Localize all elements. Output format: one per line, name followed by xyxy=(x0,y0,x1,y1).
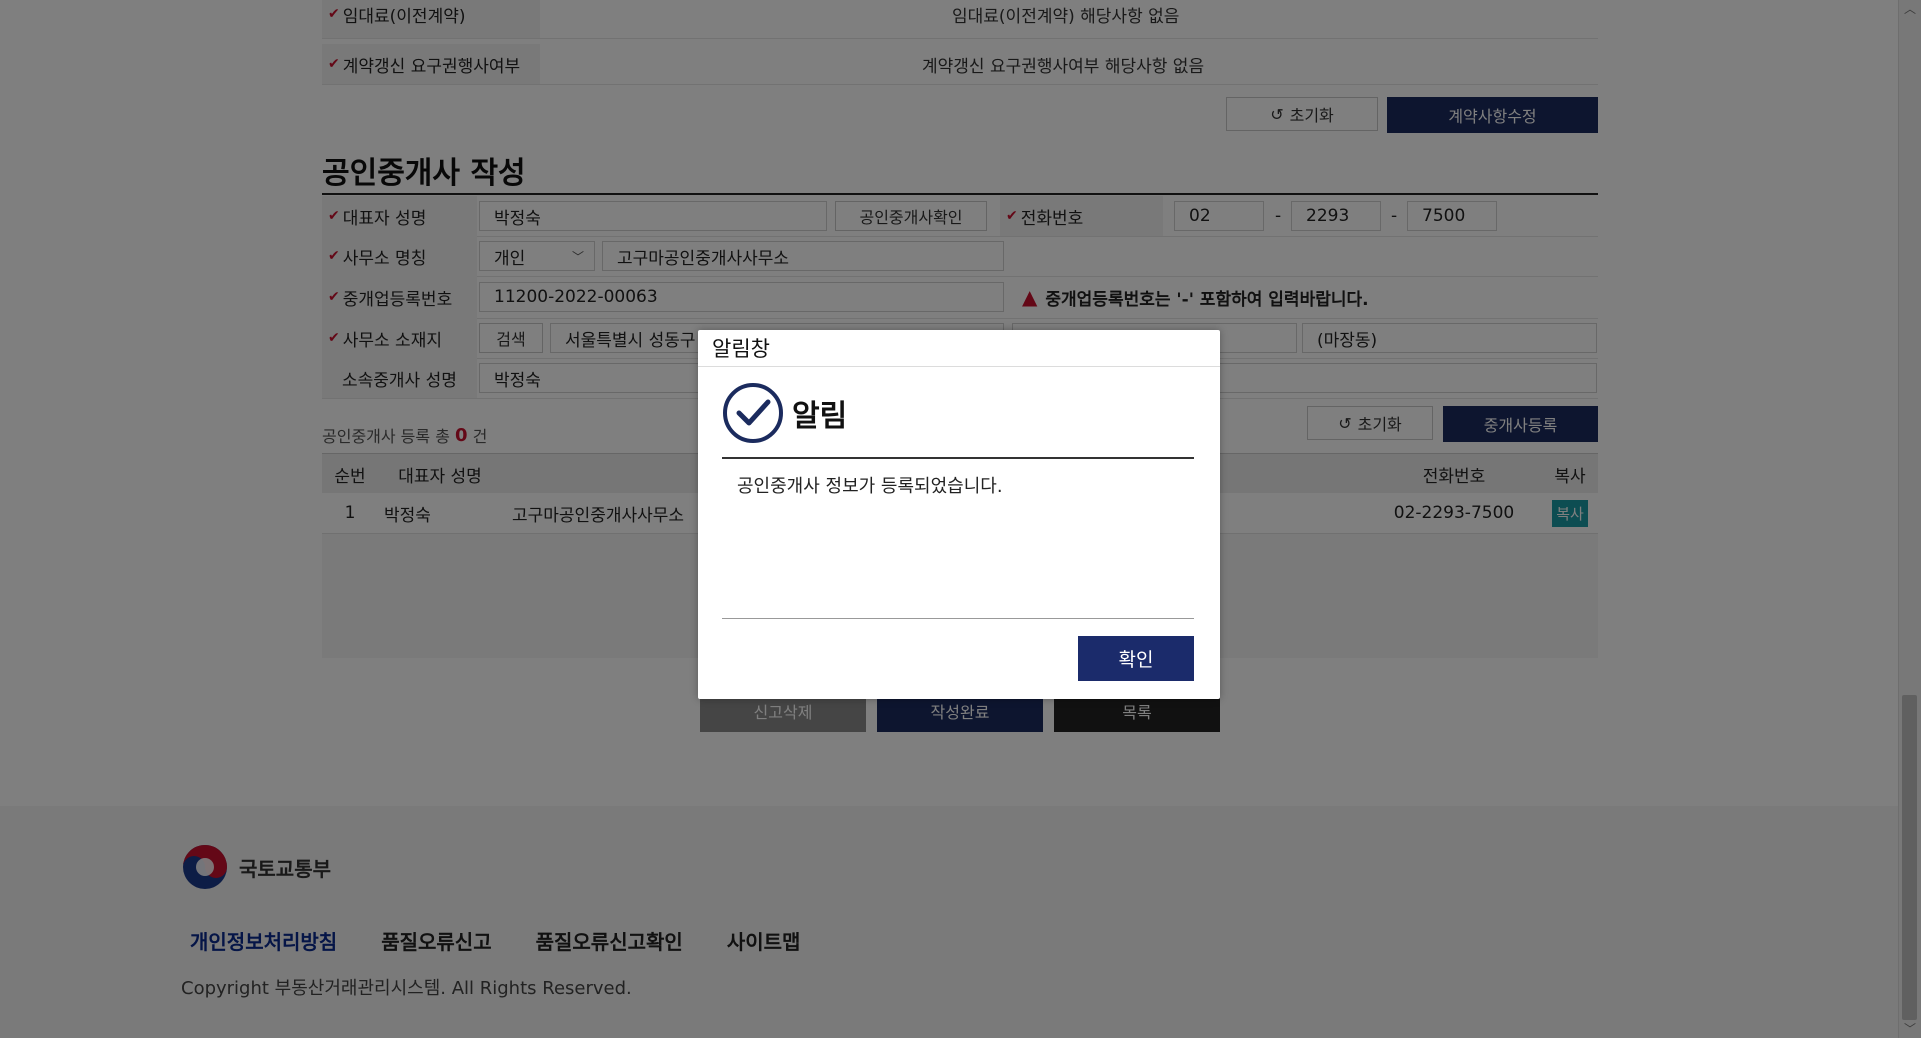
divider xyxy=(698,366,1220,367)
divider xyxy=(722,618,1194,619)
alert-dialog: 알림창 알림 공인중개사 정보가 등록되었습니다. 확인 xyxy=(698,330,1220,699)
dialog-heading: 알림 xyxy=(722,382,847,444)
dialog-message: 공인중개사 정보가 등록되었습니다. xyxy=(737,476,1003,497)
divider xyxy=(722,457,1194,459)
check-circle-icon xyxy=(723,383,783,443)
ok-button[interactable]: 확인 xyxy=(1078,636,1194,681)
dialog-title: 알림창 xyxy=(712,337,770,361)
